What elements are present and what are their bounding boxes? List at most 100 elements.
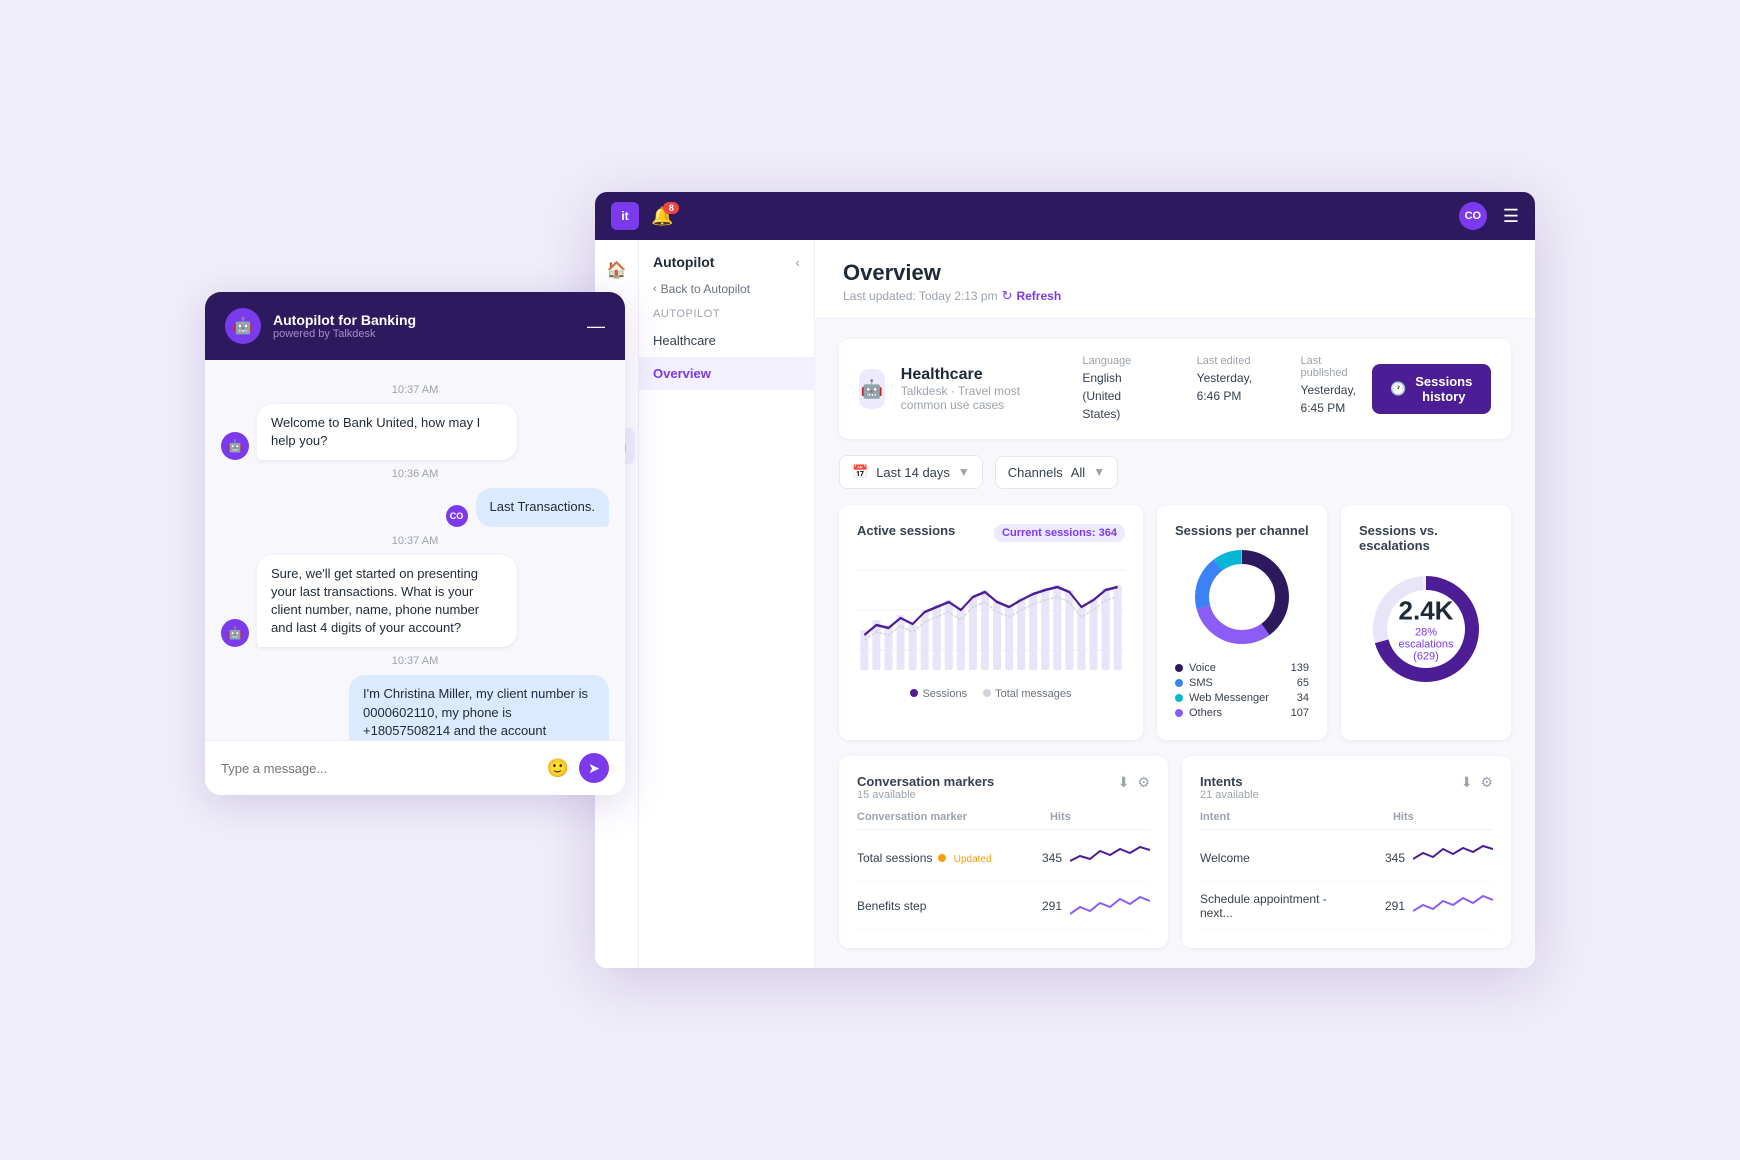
send-button[interactable]: ➤ xyxy=(579,753,609,783)
updated-label-1: Updated xyxy=(954,854,992,865)
app-window: it 🔔 8 CO ☰ 🏠 👤 ≡ ⊞ 🤖 xyxy=(595,192,1535,968)
intent-row-1: Welcome 345 xyxy=(1200,834,1493,882)
intents-available: 21 available xyxy=(1200,789,1259,801)
markers-download-icon[interactable]: ⬇ xyxy=(1118,774,1130,791)
legend-total: Total messages xyxy=(983,688,1071,700)
col-intent-label: Intent xyxy=(1200,811,1343,823)
last-updated-text: Last updated: Today 2:13 pm xyxy=(843,289,998,303)
stats-row: Active sessions Current sessions: 364 xyxy=(839,505,1511,740)
markers-actions: ⬇ ⚙ xyxy=(1118,774,1150,791)
marker-hits-2: 291 xyxy=(994,899,1070,913)
sessions-history-button[interactable]: 🕐 Sessions history xyxy=(1372,364,1491,414)
bot-last-edited: Last edited Yesterday, 6:46 PM xyxy=(1197,355,1253,423)
intent-name-1: Welcome xyxy=(1200,851,1337,865)
bot-language: Language English (United States) xyxy=(1082,355,1148,423)
marker-name-1: Total sessions Updated xyxy=(857,851,994,865)
notification-button[interactable]: 🔔 8 xyxy=(651,206,673,227)
active-sessions-title: Active sessions xyxy=(857,523,955,538)
escalations-big-number: 2.4K xyxy=(1396,596,1456,627)
sidebar-item-overview[interactable]: Overview xyxy=(639,357,814,390)
current-sessions-badge: Current sessions: 364 xyxy=(994,524,1125,542)
legend-others: Others 107 xyxy=(1175,707,1309,719)
sessions-per-channel-card: Sessions per channel xyxy=(1157,505,1327,740)
sessions-per-channel-title: Sessions per channel xyxy=(1175,523,1309,538)
intents-title: Intents xyxy=(1200,774,1259,789)
current-sessions-value: 364 xyxy=(1099,527,1117,539)
bot-last-published: Last published Yesterday, 6:45 PM xyxy=(1301,355,1357,423)
escalations-sub-label: 28% escalations (629) xyxy=(1396,627,1456,663)
app-topbar: it 🔔 8 CO ☰ xyxy=(595,192,1535,240)
sidebar-panel-header: Autopilot ‹ xyxy=(639,240,814,278)
channels-chevron: ▼ xyxy=(1093,465,1105,479)
app-logo: it xyxy=(611,202,639,230)
chat-widget: 🤖 Autopilot for Banking powered by Talkd… xyxy=(205,292,625,795)
updated-badge-1 xyxy=(938,854,946,862)
markers-header: Conversation markers 15 available ⬇ ⚙ xyxy=(857,774,1150,801)
sidebar-item-label-overview: Overview xyxy=(653,366,711,381)
marker-row-2: Benefits step 291 xyxy=(857,882,1150,930)
intent-chart-1 xyxy=(1413,841,1493,874)
col-marker-hits: Hits xyxy=(1000,811,1079,823)
last-edited-label: Last edited xyxy=(1197,355,1253,367)
conversation-markers-card: Conversation markers 15 available ⬇ ⚙ xyxy=(839,756,1168,948)
last-edited-value: Yesterday, 6:46 PM xyxy=(1197,371,1252,403)
channels-filter[interactable]: Channels All ▼ xyxy=(995,456,1118,489)
chat-bot-avatar: 🤖 xyxy=(225,308,261,344)
content-area: 🤖 Healthcare Talkdesk · Travel most comm… xyxy=(815,319,1535,968)
chat-title-group: Autopilot for Banking powered by Talkdes… xyxy=(273,312,575,340)
sidebar-collapse-icon[interactable]: ‹ xyxy=(795,254,800,270)
last-updated: Last updated: Today 2:13 pm ↻ Refresh xyxy=(843,288,1507,318)
user-message-2: I'm Christina Miller, my client number i… xyxy=(349,675,609,740)
chart-legend: Sessions Total messages xyxy=(857,688,1125,700)
user-avatar[interactable]: CO xyxy=(1459,202,1487,230)
sessions-chart xyxy=(857,550,1125,680)
marker-hits-1: 345 xyxy=(994,851,1070,865)
language-label: Language xyxy=(1082,355,1148,367)
intents-settings-icon[interactable]: ⚙ xyxy=(1480,774,1493,791)
chat-messages-area: 10:37 AM 🤖 Welcome to Bank United, how m… xyxy=(205,360,625,740)
date-range-filter[interactable]: 📅 Last 14 days ▼ xyxy=(839,455,983,489)
sessions-vs-escalations-card: Sessions vs. escalations 2.4 xyxy=(1341,505,1511,740)
marker-name-2: Benefits step xyxy=(857,899,994,913)
legend-voice: Voice 139 xyxy=(1175,662,1309,674)
sidebar-item-healthcare[interactable]: Healthcare xyxy=(639,324,814,357)
intent-hits-1: 345 xyxy=(1337,851,1413,865)
sidebar-item-label-healthcare: Healthcare xyxy=(653,333,716,348)
sidebar-icon-home[interactable]: 🏠 xyxy=(599,252,635,288)
marker-row-1: Total sessions Updated 345 xyxy=(857,834,1150,882)
chat-subtitle: powered by Talkdesk xyxy=(273,328,575,340)
sessions-history-icon: 🕐 xyxy=(1390,381,1406,397)
col-intent-hits: Hits xyxy=(1343,811,1422,823)
current-sessions-label: Current sessions: xyxy=(1002,527,1096,539)
sessions-history-label: Sessions history xyxy=(1415,374,1473,404)
intents-download-icon[interactable]: ⬇ xyxy=(1461,774,1473,791)
bot-subtitle: Talkdesk · Travel most common use cases xyxy=(901,384,1047,412)
chat-input[interactable] xyxy=(221,761,537,776)
intents-table: Intent Hits Welcome 345 xyxy=(1200,811,1493,930)
message-row-4: I'm Christina Miller, my client number i… xyxy=(221,675,609,740)
notification-badge: 8 xyxy=(663,202,679,214)
bot-info-card: 🤖 Healthcare Talkdesk · Travel most comm… xyxy=(839,339,1511,439)
chat-header: 🤖 Autopilot for Banking powered by Talkd… xyxy=(205,292,625,360)
legend-web-messenger: Web Messenger 34 xyxy=(1175,692,1309,704)
intents-header: Intents 21 available ⬇ ⚙ xyxy=(1200,774,1493,801)
intent-hits-2: 291 xyxy=(1337,899,1413,913)
channels-label: Channels xyxy=(1008,465,1063,480)
message-time-2: 10:36 AM xyxy=(221,468,609,480)
message-row-3: 🤖 Sure, we'll get started on presenting … xyxy=(221,555,609,648)
markers-available: 15 available xyxy=(857,789,994,801)
date-range-label: Last 14 days xyxy=(876,465,950,480)
refresh-button[interactable]: Refresh xyxy=(1016,289,1061,303)
markers-settings-icon[interactable]: ⚙ xyxy=(1137,774,1150,791)
markers-title-group: Conversation markers 15 available xyxy=(857,774,994,801)
minimize-button[interactable]: — xyxy=(587,316,605,337)
last-published-value: Yesterday, 6:45 PM xyxy=(1301,383,1356,415)
bot-icon-large: 🤖 xyxy=(859,369,885,409)
menu-icon[interactable]: ☰ xyxy=(1503,206,1519,227)
last-published-label: Last published xyxy=(1301,355,1357,379)
bot-message-avatar-2: 🤖 xyxy=(221,619,249,647)
donut-chart xyxy=(1187,542,1297,652)
back-to-autopilot-link[interactable]: ‹ Back to Autopilot xyxy=(639,278,814,304)
back-link-label: Back to Autopilot xyxy=(661,282,750,296)
emoji-icon[interactable]: 🙂 xyxy=(547,758,569,779)
